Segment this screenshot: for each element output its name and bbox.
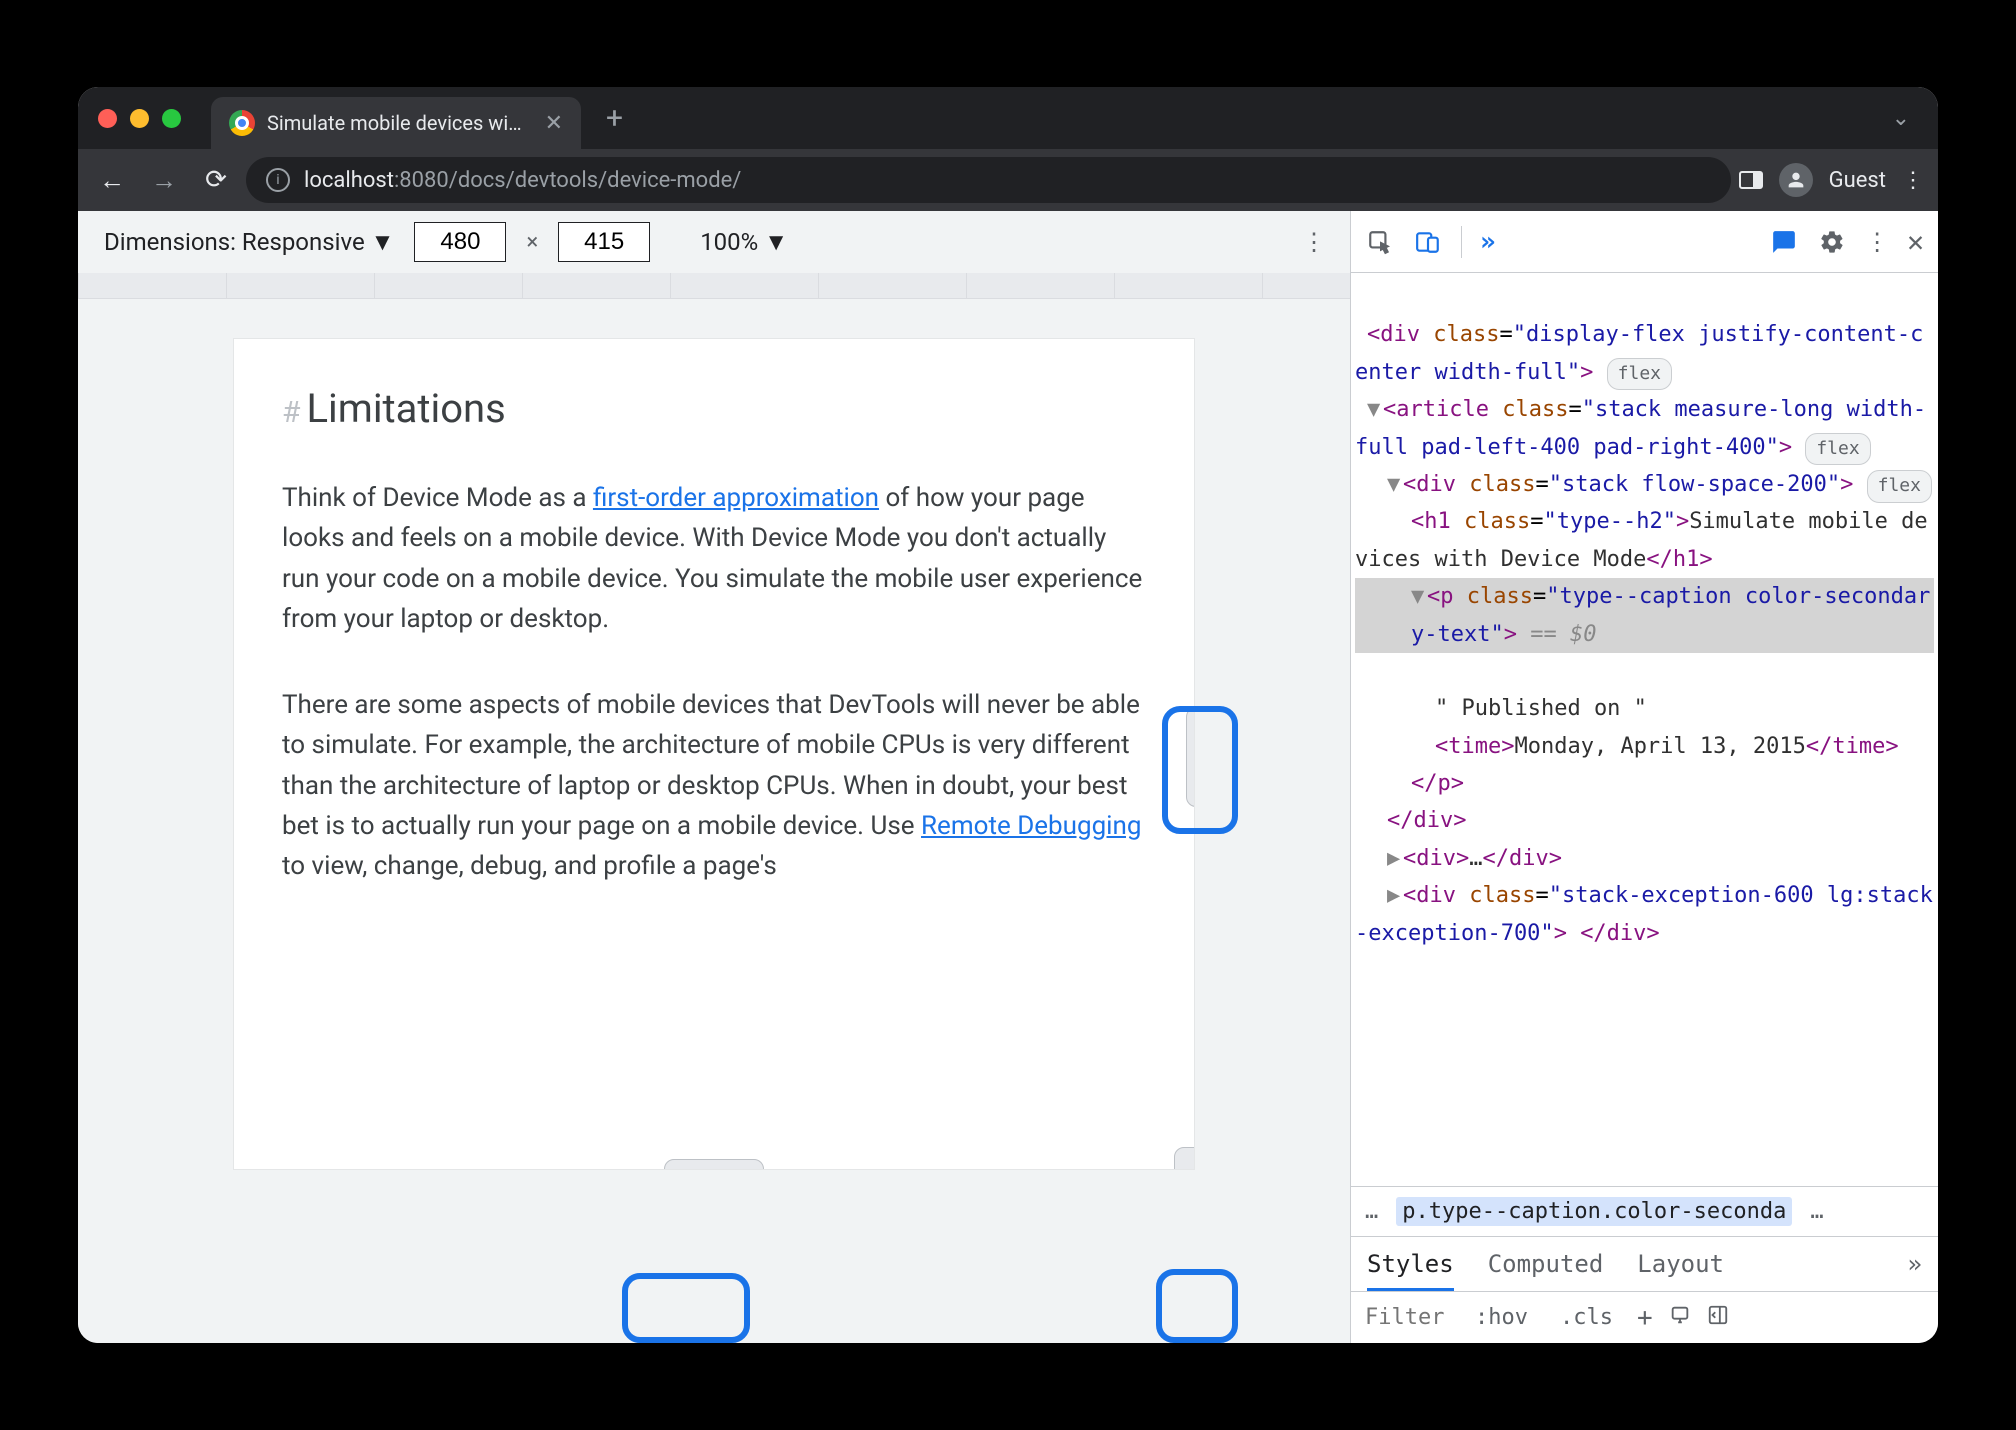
doc-heading: #Limitations bbox=[282, 385, 1146, 432]
devtools-menu-button[interactable]: ⋮ bbox=[1865, 228, 1889, 256]
devtools-more-tabs[interactable]: » bbox=[1480, 227, 1496, 257]
width-ruler[interactable] bbox=[78, 273, 1350, 299]
styles-tab[interactable]: Styles bbox=[1367, 1250, 1454, 1291]
device-mode-panel: Dimensions: Responsive ▼ × 100% ▼ ⋮ #Lim… bbox=[78, 211, 1350, 1343]
devtools-close-button[interactable]: ✕ bbox=[1907, 225, 1924, 258]
devtools-toolbar: » ⋮ ✕ bbox=[1351, 211, 1938, 273]
styles-toolbar: :hov .cls + bbox=[1351, 1291, 1938, 1343]
elements-breadcrumb[interactable]: … p.type--caption.color-seconda … bbox=[1351, 1186, 1938, 1236]
tab-title: Simulate mobile devices with D bbox=[267, 111, 523, 135]
tab-bar: Simulate mobile devices with D ✕ + ⌄ bbox=[78, 87, 1938, 149]
omnibar-right: Guest ⋮ bbox=[1739, 163, 1926, 197]
resize-handle-bottom[interactable] bbox=[664, 1159, 764, 1169]
device-toolbar-menu[interactable]: ⋮ bbox=[1302, 228, 1326, 256]
minimize-window-button[interactable] bbox=[130, 109, 149, 128]
close-tab-button[interactable]: ✕ bbox=[545, 111, 563, 136]
browser-menu-button[interactable]: ⋮ bbox=[1902, 168, 1926, 193]
device-mode-toggle-icon[interactable] bbox=[1413, 227, 1443, 257]
address-bar[interactable]: i localhost:8080/docs/devtools/device-mo… bbox=[246, 157, 1731, 203]
browser-window: Simulate mobile devices with D ✕ + ⌄ ← →… bbox=[78, 87, 1938, 1343]
url-path: /docs/devtools/device-mode/ bbox=[449, 168, 742, 193]
new-style-rule-button[interactable]: + bbox=[1637, 1303, 1653, 1333]
forward-button[interactable]: → bbox=[142, 158, 186, 202]
first-order-approximation-link[interactable]: first-order approximation bbox=[593, 483, 879, 513]
side-panel-icon[interactable] bbox=[1739, 171, 1763, 189]
zoom-select[interactable]: 100% ▼ bbox=[700, 228, 788, 257]
url-bar: ← → ⟳ i localhost:8080/docs/devtools/dev… bbox=[78, 149, 1938, 211]
styles-panel: Styles Computed Layout » :hov .cls + bbox=[1351, 1236, 1938, 1343]
new-tab-button[interactable]: + bbox=[606, 101, 623, 136]
layout-tab[interactable]: Layout bbox=[1637, 1250, 1724, 1278]
dimensions-label: Dimensions: Responsive bbox=[104, 228, 365, 256]
zoom-label: 100% bbox=[700, 228, 758, 256]
computed-tab[interactable]: Computed bbox=[1488, 1250, 1604, 1278]
elements-selected-row[interactable]: ▼<p class="type--caption color-secondary… bbox=[1355, 578, 1934, 653]
url-host: localhost bbox=[304, 168, 394, 193]
chrome-favicon-icon bbox=[229, 110, 255, 136]
resize-handle-corner[interactable] bbox=[1174, 1147, 1194, 1169]
device-rendering-icon[interactable] bbox=[1669, 1304, 1691, 1332]
remote-debugging-link[interactable]: Remote Debugging bbox=[921, 811, 1141, 841]
styles-tabs: Styles Computed Layout » bbox=[1351, 1237, 1938, 1291]
heading-text: Limitations bbox=[306, 385, 505, 432]
heading-anchor[interactable]: # bbox=[282, 395, 300, 430]
close-window-button[interactable] bbox=[98, 109, 117, 128]
highlight-corner-handle bbox=[1156, 1269, 1238, 1343]
computed-sidebar-toggle-icon[interactable] bbox=[1707, 1304, 1729, 1332]
device-toolbar: Dimensions: Responsive ▼ × 100% ▼ ⋮ bbox=[78, 211, 1350, 273]
settings-icon[interactable] bbox=[1817, 227, 1847, 257]
devtools-panel: » ⋮ ✕ <div class="display-flex justify-c… bbox=[1350, 211, 1938, 1343]
profile-label: Guest bbox=[1829, 168, 1886, 193]
doc-paragraph-2: There are some aspects of mobile devices… bbox=[282, 685, 1146, 886]
highlight-right-handle bbox=[1162, 706, 1238, 834]
dimension-separator: × bbox=[526, 230, 538, 255]
site-info-icon[interactable]: i bbox=[266, 168, 290, 192]
feedback-icon[interactable] bbox=[1769, 227, 1799, 257]
chevron-down-icon: ▼ bbox=[371, 228, 395, 257]
url-port: :8080 bbox=[394, 168, 449, 193]
tab-list-button[interactable]: ⌄ bbox=[1892, 106, 1910, 131]
window-controls bbox=[98, 109, 181, 128]
back-button[interactable]: ← bbox=[90, 158, 134, 202]
more-styles-tabs[interactable]: » bbox=[1908, 1250, 1922, 1278]
cls-toggle[interactable]: .cls bbox=[1552, 1303, 1621, 1332]
width-input[interactable] bbox=[414, 222, 506, 262]
styles-filter-input[interactable] bbox=[1365, 1305, 1451, 1330]
browser-tab[interactable]: Simulate mobile devices with D ✕ bbox=[211, 97, 581, 149]
crumb-right[interactable]: … bbox=[1810, 1199, 1823, 1224]
reload-button[interactable]: ⟳ bbox=[194, 158, 238, 202]
crumb-selected[interactable]: p.type--caption.color-seconda bbox=[1396, 1197, 1792, 1226]
crumb-left[interactable]: … bbox=[1365, 1199, 1378, 1224]
profile-button[interactable] bbox=[1779, 163, 1813, 197]
height-input[interactable] bbox=[558, 222, 650, 262]
hov-toggle[interactable]: :hov bbox=[1467, 1303, 1536, 1332]
emulated-area: #Limitations Think of Device Mode as a f… bbox=[78, 299, 1350, 1343]
maximize-window-button[interactable] bbox=[162, 109, 181, 128]
emulated-viewport[interactable]: #Limitations Think of Device Mode as a f… bbox=[234, 339, 1194, 1169]
highlight-bottom-handle bbox=[622, 1273, 750, 1343]
dimensions-select[interactable]: Dimensions: Responsive ▼ bbox=[104, 228, 394, 257]
inspect-element-icon[interactable] bbox=[1365, 227, 1395, 257]
chevron-down-icon: ▼ bbox=[764, 228, 788, 257]
doc-paragraph-1: Think of Device Mode as a first-order ap… bbox=[282, 478, 1146, 639]
elements-tree[interactable]: <div class="display-flex justify-content… bbox=[1351, 273, 1938, 1186]
